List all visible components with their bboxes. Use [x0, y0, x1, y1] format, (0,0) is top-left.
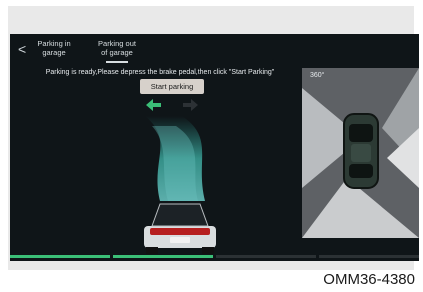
status-message: Parking is ready,Please depress the brak…	[45, 69, 275, 76]
arrow-left-icon	[146, 99, 161, 111]
tab-parking-out-of-garage[interactable]: Parking out of garage	[96, 39, 138, 57]
tab-label-line2: garage	[42, 47, 66, 57]
arrow-right-icon	[183, 99, 198, 111]
selected-tab-underline	[106, 61, 128, 63]
parking-trajectory-illustration	[144, 116, 216, 254]
figure-code: OMM36-4380	[323, 271, 415, 288]
top-bar: < Parking in garage Parking out of garag…	[10, 34, 419, 66]
car-top-view	[343, 113, 379, 189]
progress-segment	[216, 255, 316, 258]
progress-bar	[10, 254, 419, 260]
car-rear-view	[144, 203, 216, 254]
tab-label-line2: of garage	[101, 47, 133, 57]
parking-screen: < Parking in garage Parking out of garag…	[10, 34, 419, 261]
start-parking-button[interactable]: Start parking	[140, 79, 204, 94]
surround-camera-view: 360°	[302, 68, 419, 238]
rotate-camera-icon[interactable]: 360°	[310, 72, 326, 86]
progress-segment	[10, 255, 110, 258]
camera-image	[302, 68, 419, 238]
progress-segment	[319, 255, 419, 258]
progress-segment	[113, 255, 213, 258]
tab-parking-in-garage[interactable]: Parking in garage	[36, 39, 72, 57]
back-chevron-icon[interactable]: <	[18, 42, 28, 56]
